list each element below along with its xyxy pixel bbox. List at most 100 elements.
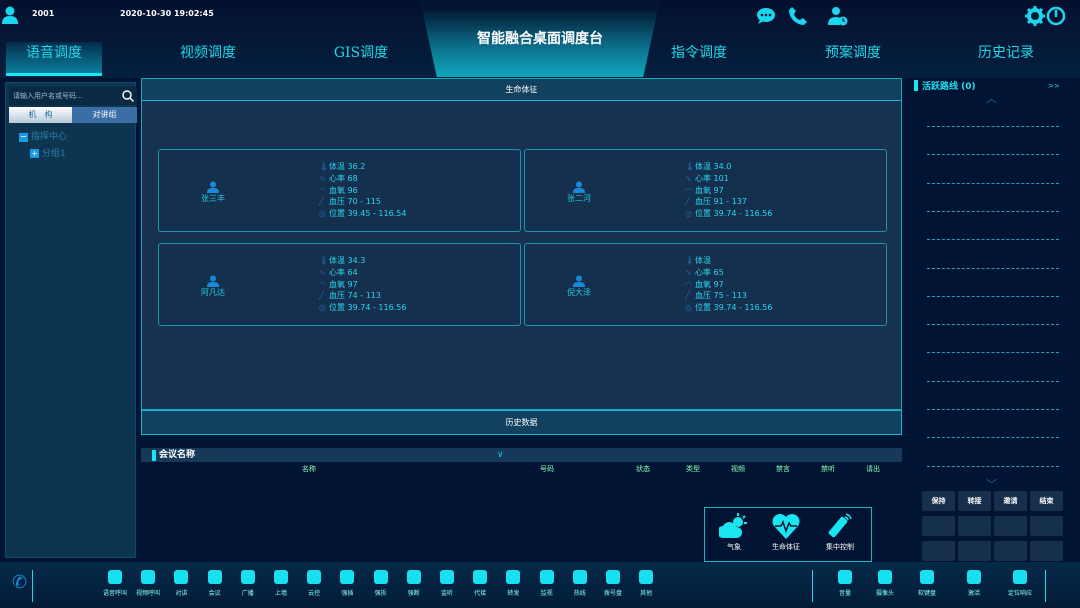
remote-control-icon [828,513,852,538]
chevron-up-icon[interactable]: ︿ [986,90,997,106]
meeting-header[interactable]: 会议名称 ∨ [141,448,902,462]
column-header[interactable]: 禁言 [776,464,790,474]
person-icon [207,275,219,287]
volume-button[interactable]: 音量 [828,568,862,597]
transfer-button[interactable]: 转发 [496,568,530,597]
monitor-listen-button[interactable]: 监听 [430,568,464,597]
vitals-list: 🌡体温 34.0 ∿ 心率 101 ◠ 血氧 97 ╱ 血压 91 - 137 ◎ 位置 39.… [685,161,772,220]
tab-plan[interactable]: 预案调度 [805,42,901,76]
call-action-button[interactable]: 转接 [958,491,991,511]
person-card[interactable]: 张三丰 🌡体温 36.2 ∿ 心率 68 ◠ 血氧 96 ╱ 血压 70 - 115 ◎ 位置 … [158,149,521,232]
route-slot-divider [927,239,1059,241]
tab-command[interactable]: 指令调度 [651,42,747,76]
tool-icon [506,570,521,584]
column-header[interactable]: 名称 [302,464,316,474]
phone-icon[interactable] [788,6,808,26]
person-card[interactable]: 张二河 🌡体温 34.0 ∿ 心率 101 ◠ 血氧 97 ╱ 血压 91 - 137 ◎ 位置… [524,149,887,232]
gear-icon[interactable] [1025,6,1045,26]
other-button[interactable]: 其他 [629,568,663,597]
vital-hr: ∿ 心率 68 [319,173,406,185]
column-header[interactable]: 请出 [866,464,880,474]
vital-label: 血氧 [329,279,345,289]
vital-bp: ╱ 血压 75 - 113 [685,290,772,302]
person-card[interactable]: 倪大泽 🌡体温 ∿ 心率 65 ◠ 血氧 97 ╱ 血压 75 - 113 ◎ 位置 39.7… [524,243,887,326]
person-card[interactable]: 阿凡达 🌡体温 34.3 ∿ 心率 64 ◠ 血氧 97 ╱ 血压 74 - 113 ◎ 位置 … [158,243,521,326]
column-header[interactable]: 类型 [686,464,700,474]
force-break-button[interactable]: 强断 [397,568,431,597]
user-icon[interactable] [2,6,18,24]
weather-button[interactable]: 气象 [709,512,759,552]
cloud-control-button[interactable]: 云控 [297,568,331,597]
chat-icon[interactable] [756,6,776,26]
tool-label: 云控 [308,590,321,597]
column-header[interactable]: 号码 [540,464,554,474]
expand-icon[interactable]: + [30,149,39,158]
video-call-button[interactable]: 视频呼叫 [131,568,165,597]
wall-button[interactable]: 上墙 [264,568,298,597]
vital-label: 血压 [329,197,345,207]
handset-icon[interactable]: ✆ [12,572,27,593]
tool-icon [373,570,388,584]
call-action-button[interactable]: 保持 [922,491,955,511]
search-icon[interactable] [122,90,134,102]
tab-talkgroup[interactable]: 对讲组 [72,107,137,123]
hotline-button[interactable]: 热线 [563,568,597,597]
route-slot-divider [927,295,1059,297]
call-action-button[interactable]: 邀请 [994,491,1027,511]
meeting-button[interactable]: 会议 [198,568,232,597]
tool-icon [878,570,892,584]
vital-temp-icon: 🌡 [685,162,696,171]
force-insert-button[interactable]: 强插 [330,568,364,597]
vital-label: 血氧 [329,185,345,195]
column-header[interactable]: 禁听 [821,464,835,474]
route-slot-divider [927,126,1059,127]
tool-icon [606,570,620,584]
expand-button[interactable]: >> [1048,82,1060,90]
activate-button[interactable]: 激活 [957,568,991,597]
org-panel: 请输入用户名或号码... 机 构 对讲组 − 指挥中心 + 分组1 [5,82,137,558]
vital-value: 65 [713,267,724,277]
tool-icon [340,570,355,584]
tool-label: 转发 [507,590,520,597]
tree-node-group1[interactable]: + 分组1 [30,146,66,159]
tab-history[interactable]: 历史记录 [958,42,1054,76]
user-clock-icon[interactable] [828,6,848,26]
column-header[interactable]: 视频 [731,464,745,474]
vital-temp-icon: 🌡 [319,256,330,265]
dialpad-button[interactable]: 拨号盘 [596,568,630,597]
chevron-down-icon[interactable]: ﹀ [986,476,997,492]
active-routes-panel: 活跃路线 (0) >> ︿ ﹀ 保持 转接 邀请 结束 [905,78,1080,562]
soft-keyboard-button[interactable]: 软键盘 [910,568,944,597]
vital-bp-icon: ╱ [319,291,324,301]
power-icon[interactable] [1046,6,1066,26]
broadcast-button[interactable]: 广播 [231,568,265,597]
voice-call-button[interactable]: 语音呼叫 [98,568,132,597]
empty-slot [1030,541,1063,561]
person-name: 张三丰 [201,194,225,203]
routes-title: 活跃路线 (0) [922,82,976,92]
tree-node-command-center[interactable]: − 指挥中心 [19,129,67,142]
central-control-button[interactable]: 集中控制 [815,512,865,552]
intercom-button[interactable]: 对讲 [164,568,198,597]
chevron-down-icon[interactable]: ∨ [497,448,504,462]
force-remove-button[interactable]: 强拆 [364,568,398,597]
column-header[interactable]: 状态 [636,464,650,474]
tab-video[interactable]: 视频调度 [160,42,256,76]
tool-icon [240,570,255,584]
vitals-label: 生命体征 [772,543,800,551]
collapse-icon[interactable]: − [19,133,28,142]
tool-label: 对讲 [175,590,188,597]
vitals-button[interactable]: 生命体征 [761,512,811,552]
empty-slot [1030,516,1063,536]
tab-gis[interactable]: GIS调度 [313,42,409,76]
pickup-button[interactable]: 代接 [463,568,497,597]
call-action-button[interactable]: 结束 [1030,491,1063,511]
camera-button[interactable]: 摄像头 [868,568,902,597]
tab-voice[interactable]: 语音调度 [6,42,102,76]
vital-value: 96 [347,185,358,195]
surveillance-button[interactable]: 监视 [530,568,564,597]
tool-label: 强拆 [374,590,387,597]
locate-response-button[interactable]: 定位响应 [1003,568,1037,597]
search-input[interactable]: 请输入用户名或号码... [9,87,137,105]
tab-org[interactable]: 机 构 [9,107,72,123]
